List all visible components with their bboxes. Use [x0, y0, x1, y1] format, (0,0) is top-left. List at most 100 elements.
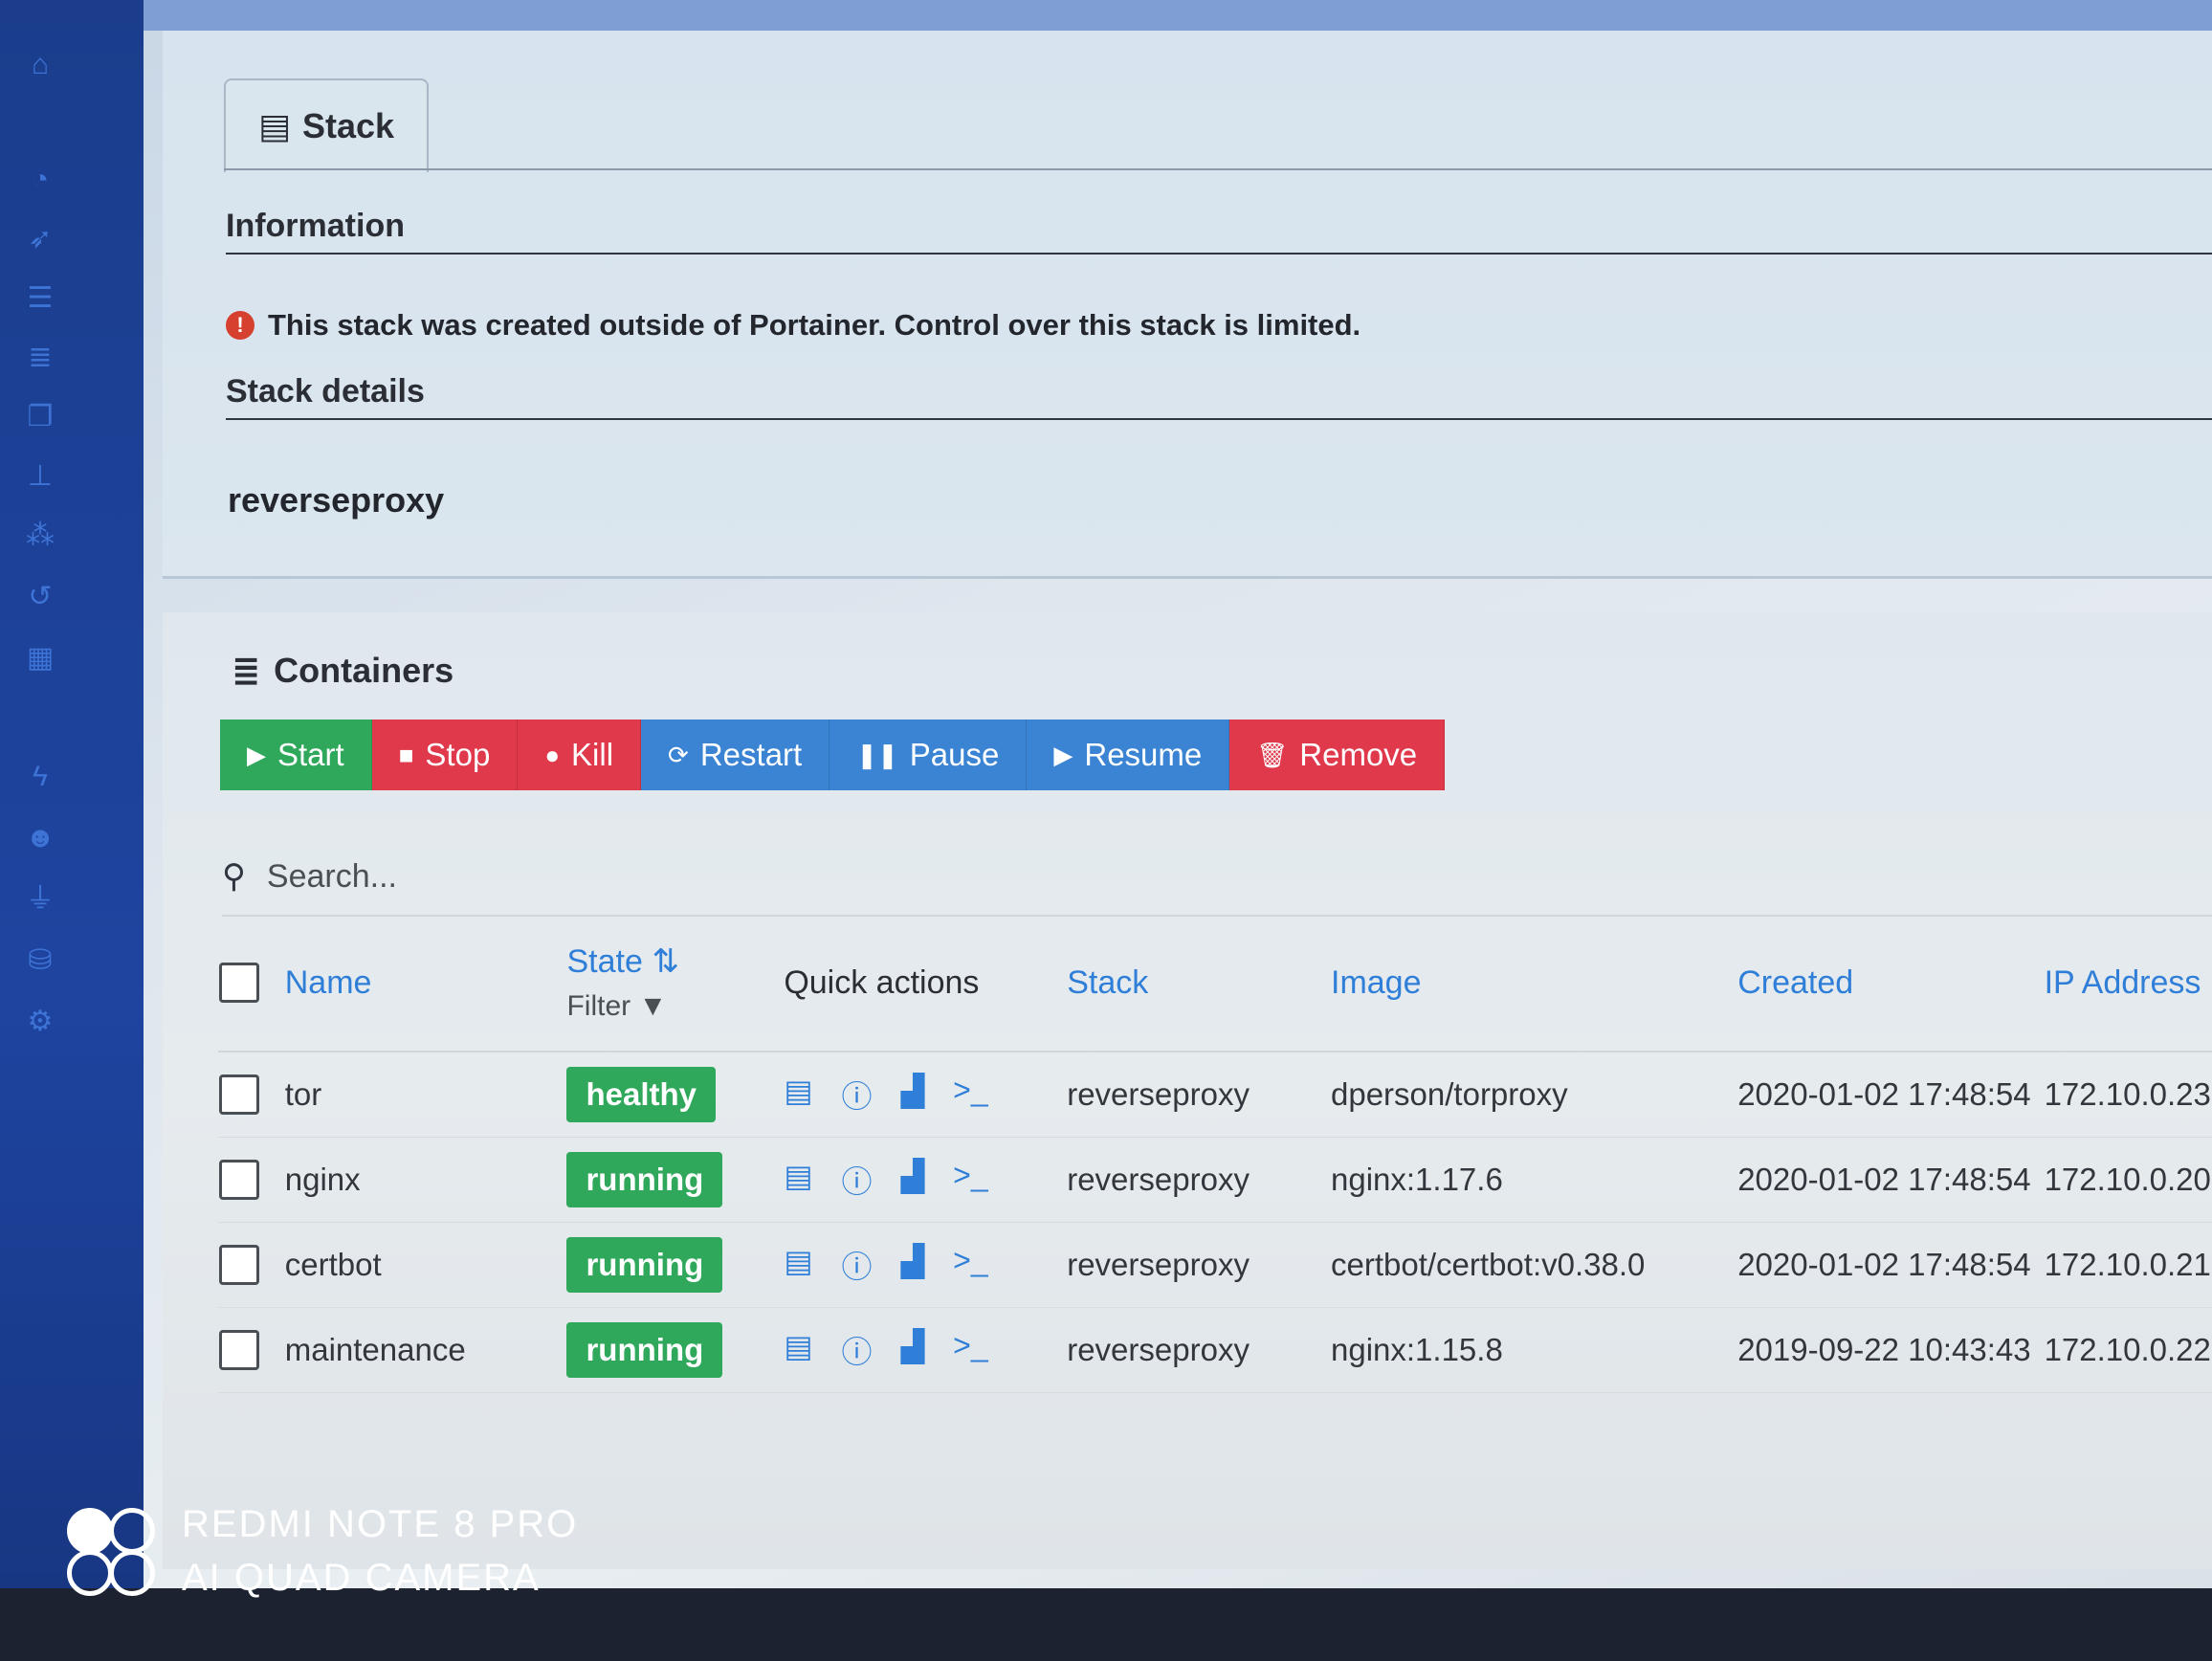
pause-button[interactable]: ❚❚ Pause: [830, 720, 1028, 790]
state-filter[interactable]: Filter ▼: [566, 990, 782, 1023]
column-quick-actions-label: Quick actions: [784, 963, 980, 1001]
row-checkbox[interactable]: [219, 1074, 259, 1116]
image-link[interactable]: certbot/certbot:v0.38.0: [1330, 1222, 1737, 1308]
database-icon[interactable]: ⛁: [21, 941, 59, 980]
information-message-text: This stack was created outside of Portai…: [268, 308, 1361, 342]
column-name-label: Name: [284, 963, 372, 1001]
info-icon[interactable]: ⓘ: [842, 1073, 873, 1117]
container-name-link[interactable]: certbot: [283, 1222, 566, 1308]
restart-button[interactable]: ⟳ Restart: [641, 720, 830, 790]
info-icon[interactable]: ⓘ: [842, 1328, 873, 1372]
row-checkbox[interactable]: [219, 1330, 259, 1371]
remove-button[interactable]: 🗑 Remove: [1229, 720, 1446, 790]
quick-actions-cell: ▤ ⓘ ▟ >_: [783, 1222, 1067, 1308]
ip-cell: 172.10.0.21: [2043, 1222, 2212, 1308]
quick-actions-cell: ▤ ⓘ ▟ >_: [783, 1052, 1067, 1138]
info-icon[interactable]: ⓘ: [842, 1243, 873, 1287]
logs-icon[interactable]: ▤: [784, 1073, 812, 1117]
information-message: ! This stack was created outside of Port…: [226, 308, 1360, 343]
stack-name: reverseproxy: [228, 480, 445, 520]
server-icon: ≣: [232, 651, 261, 690]
column-state[interactable]: State ⇅ Filter ▼: [565, 915, 784, 1052]
logs-icon[interactable]: ▤: [784, 1328, 812, 1372]
tab-stack[interactable]: ▤ Stack: [224, 78, 429, 172]
stop-button-label: Stop: [425, 737, 491, 772]
stack-cell: reverseproxy: [1066, 1307, 1330, 1393]
kill-button-label: Kill: [571, 737, 614, 772]
column-ip[interactable]: IP Address: [2043, 915, 2212, 1052]
information-divider: [226, 253, 2212, 255]
plug-icon[interactable]: ⏚: [21, 880, 59, 919]
column-name[interactable]: Name: [283, 915, 566, 1052]
tachometer-icon[interactable]: ◔: [21, 161, 59, 199]
stats-icon[interactable]: ▟: [901, 1328, 925, 1372]
list-icon[interactable]: ☰: [21, 279, 59, 318]
image-link[interactable]: nginx:1.17.6: [1330, 1137, 1737, 1223]
select-all-checkbox[interactable]: [219, 963, 259, 1003]
logs-icon[interactable]: ▤: [784, 1158, 812, 1202]
state-cell: healthy: [565, 1052, 784, 1138]
search-icon: ⚲: [222, 858, 246, 895]
camera-logo-icon: [67, 1508, 155, 1596]
state-cell: running: [565, 1307, 784, 1393]
grid-icon[interactable]: ▦: [21, 639, 59, 677]
kill-button[interactable]: ● Kill: [518, 720, 642, 790]
stats-icon[interactable]: ▟: [901, 1073, 925, 1117]
image-link[interactable]: nginx:1.15.8: [1330, 1307, 1737, 1393]
console-icon[interactable]: >_: [953, 1073, 987, 1117]
start-button[interactable]: ▶ Start: [220, 720, 372, 790]
rocket-icon[interactable]: ➶: [21, 220, 59, 258]
cogs-icon[interactable]: ⚙: [21, 1003, 59, 1041]
column-image[interactable]: Image: [1330, 915, 1737, 1052]
camera-watermark: REDMI NOTE 8 PRO AI QUAD CAMERA: [67, 1497, 578, 1605]
console-icon[interactable]: >_: [953, 1243, 987, 1287]
status-badge: running: [566, 1152, 723, 1207]
container-action-bar: ▶ Start ■ Stop ● Kill ⟳ Restart ❚❚ Pause ▶ Res…: [220, 720, 1446, 790]
ip-cell: 172.10.0.20: [2043, 1137, 2212, 1223]
bolt-icon[interactable]: ϟ: [21, 758, 59, 796]
column-quick-actions: Quick actions: [783, 915, 1067, 1052]
sort-icon[interactable]: ⇅: [652, 943, 679, 980]
row-checkbox[interactable]: [219, 1160, 259, 1201]
stop-button[interactable]: ■ Stop: [371, 720, 519, 790]
table-row: tor healthy ▤ ⓘ ▟ >_ reverseproxy dperson/t…: [218, 1052, 2212, 1138]
cubes-icon[interactable]: ⁂: [21, 517, 59, 555]
home-icon[interactable]: ⌂: [21, 46, 59, 84]
image-link[interactable]: dperson/torproxy: [1330, 1052, 1737, 1138]
table-row: maintenance running ▤ ⓘ ▟ >_ reverseproxy n…: [218, 1307, 2212, 1393]
column-stack[interactable]: Stack: [1066, 915, 1330, 1052]
row-checkbox[interactable]: [219, 1245, 259, 1286]
stats-icon[interactable]: ▟: [901, 1243, 925, 1287]
created-cell: 2020-01-02 17:48:54: [1736, 1137, 2044, 1223]
column-created[interactable]: Created: [1736, 915, 2044, 1052]
tab-stack-label: Stack: [301, 106, 395, 145]
container-name-link[interactable]: maintenance: [283, 1307, 566, 1393]
select-all-cell: [218, 915, 284, 1052]
containers-header: ≣ Containers: [232, 651, 453, 691]
sitemap-icon[interactable]: ⊥: [21, 457, 59, 496]
history-icon[interactable]: ↺: [21, 578, 59, 616]
console-icon[interactable]: >_: [953, 1158, 987, 1202]
sync-icon: ⟳: [668, 740, 689, 769]
console-icon[interactable]: >_: [953, 1328, 987, 1372]
clone-icon[interactable]: ❐: [21, 398, 59, 436]
bomb-icon: ●: [544, 740, 561, 769]
th-list-icon: ▤: [257, 106, 291, 145]
resume-button[interactable]: ▶ Resume: [1027, 720, 1230, 790]
column-stack-label: Stack: [1067, 963, 1149, 1001]
search-bar: ⚲ Search...: [222, 838, 2212, 917]
logs-icon[interactable]: ▤: [784, 1243, 812, 1287]
watermark-line1: REDMI NOTE 8 PRO: [182, 1503, 579, 1545]
stats-icon[interactable]: ▟: [901, 1158, 925, 1202]
state-cell: running: [565, 1222, 784, 1308]
container-name-link[interactable]: tor: [283, 1052, 566, 1138]
search-input[interactable]: Search...: [267, 858, 397, 896]
server-icon[interactable]: ≣: [21, 339, 59, 377]
container-name-link[interactable]: nginx: [283, 1137, 566, 1223]
column-image-label: Image: [1331, 963, 1422, 1001]
users-icon[interactable]: ☻: [21, 819, 59, 857]
info-icon[interactable]: ⓘ: [842, 1158, 873, 1202]
stack-details-divider: [226, 418, 2212, 420]
quick-actions-cell: ▤ ⓘ ▟ >_: [783, 1137, 1067, 1223]
row-select-cell: [218, 1137, 284, 1223]
